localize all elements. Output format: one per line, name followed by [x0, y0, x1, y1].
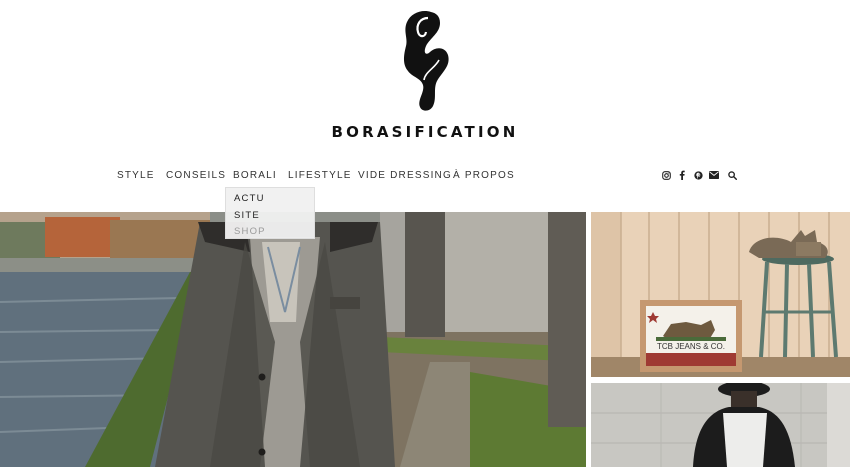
email-icon[interactable]	[707, 168, 721, 182]
thumbnail-cat-on-stool[interactable]: TCB JEANS & CO.	[591, 212, 850, 377]
nav-item-conseils[interactable]: CONSEILS	[166, 170, 226, 181]
brand-logo-mark[interactable]	[395, 8, 455, 116]
thumbnail-man-black-cap[interactable]	[591, 383, 850, 467]
nav-item-vide-dressing[interactable]: VIDE DRESSING	[358, 170, 452, 181]
nav-item-a-propos[interactable]: À PROPOS	[453, 170, 515, 181]
dropdown-item-site[interactable]: SITE	[234, 210, 260, 221]
dropdown-item-shop[interactable]: SHOP	[234, 226, 266, 237]
nav-item-borali[interactable]: BORALI	[233, 170, 277, 181]
brand-name[interactable]: BORASIFICATION	[0, 123, 850, 141]
poster-caption: TCB JEANS & CO.	[657, 342, 725, 351]
borali-dropdown-menu: ACTU SITE SHOP	[225, 187, 315, 239]
search-icon[interactable]	[725, 168, 739, 182]
dropdown-item-actu[interactable]: ACTU	[234, 193, 265, 204]
pinterest-icon[interactable]	[691, 168, 705, 182]
facebook-icon[interactable]	[675, 168, 689, 182]
main-nav: STYLE CONSEILS BORALI LIFESTYLE VIDE DRE…	[0, 170, 850, 184]
instagram-icon[interactable]	[659, 168, 673, 182]
nav-item-style[interactable]: STYLE	[117, 170, 155, 181]
hero-image-menswear-riverbank[interactable]	[0, 212, 586, 467]
nav-item-lifestyle[interactable]: LIFESTYLE	[288, 170, 352, 181]
